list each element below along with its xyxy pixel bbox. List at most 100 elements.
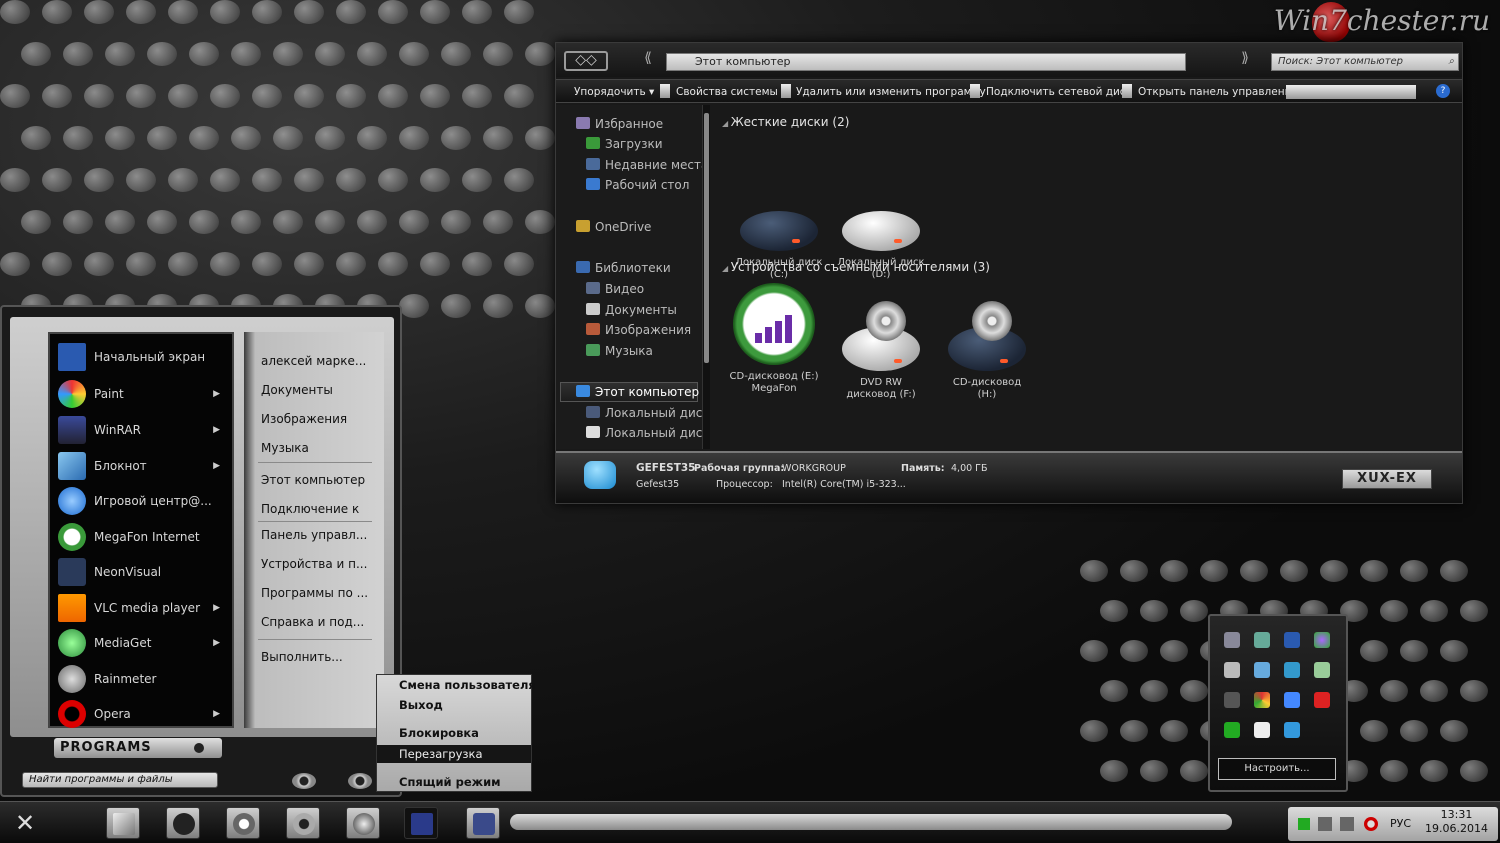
program-game-center[interactable]: Игровой центр@... xyxy=(58,484,228,518)
nav-music[interactable]: Музыка xyxy=(586,344,653,358)
pen-icon[interactable] xyxy=(1224,662,1240,678)
group-header-hdd[interactable]: Жесткие диски (2) xyxy=(722,115,850,129)
address-bar[interactable]: Этот компьютер xyxy=(666,53,1186,71)
organize-button[interactable]: Упорядочить ▾ xyxy=(574,84,654,100)
program-vlc[interactable]: VLC media player ▶ xyxy=(58,591,228,625)
network-tray-icon[interactable] xyxy=(1318,817,1332,831)
recycle-icon[interactable] xyxy=(1224,722,1240,738)
language-indicator[interactable]: РУС xyxy=(1390,817,1411,830)
system-properties-button[interactable]: Свойства системы xyxy=(676,84,778,100)
program-neonvisual[interactable]: NeonVisual xyxy=(58,555,228,589)
opera-tray-icon[interactable] xyxy=(1364,817,1378,831)
start-search-input[interactable]: Найти программы и файлы xyxy=(22,772,218,788)
forward-chevron-icon[interactable]: ⟫ xyxy=(1228,51,1262,71)
usb-icon[interactable] xyxy=(1254,632,1270,648)
nav-recent[interactable]: Недавние места xyxy=(586,158,704,172)
flag-icon[interactable] xyxy=(1298,818,1310,830)
help-link[interactable]: Справка и под... xyxy=(261,615,364,629)
nav-local-disk-c[interactable]: Локальный диск xyxy=(586,406,704,420)
explorer-window[interactable]: ◇◇ ⟪ Этот компьютер ⟫ Поиск: Этот компью… xyxy=(555,42,1463,504)
map-network-drive-button[interactable]: Подключить сетевой диск xyxy=(986,84,1132,100)
power-options-button[interactable] xyxy=(348,773,372,789)
drive-f[interactable]: DVD RW дисковод (F:) xyxy=(836,301,926,401)
nav-documents[interactable]: Документы xyxy=(586,303,677,317)
drive-icon xyxy=(586,426,600,438)
megafon-tray-icon[interactable] xyxy=(1314,632,1330,648)
drive-h[interactable]: CD-дисковод (H:) xyxy=(942,301,1032,401)
program-rainmeter[interactable]: Rainmeter xyxy=(58,662,228,696)
program-megafon-internet[interactable]: MegaFon Internet xyxy=(58,520,228,554)
clock[interactable]: 13:31 19.06.2014 xyxy=(1425,808,1488,836)
cloud-icon[interactable] xyxy=(1254,722,1270,738)
wallpaper-dot xyxy=(1120,560,1148,583)
sleep-item[interactable]: Спящий режим xyxy=(399,775,501,789)
nav-local-disk-d[interactable]: Локальный диск xyxy=(586,426,704,440)
acrobat-icon[interactable] xyxy=(1314,692,1330,708)
nav-libraries[interactable]: Библиотеки xyxy=(576,261,671,275)
app-tray-icon[interactable] xyxy=(1284,722,1300,738)
program-start-screen[interactable]: Начальный экран xyxy=(58,340,228,374)
windows-logo-button[interactable] xyxy=(106,807,140,839)
nav-video[interactable]: Видео xyxy=(586,282,644,296)
explorer-search-input[interactable]: Поиск: Этот компьютер ⌕ xyxy=(1271,53,1459,71)
customize-button[interactable]: Настроить... xyxy=(1218,758,1336,780)
scroll-thumb[interactable] xyxy=(704,113,709,363)
bell-icon[interactable] xyxy=(1224,692,1240,708)
program-notepad[interactable]: Блокнот ▶ xyxy=(58,449,228,483)
explorer-taskbar-button[interactable] xyxy=(346,807,380,839)
nav-favorites[interactable]: Избранное xyxy=(576,117,663,131)
program-winrar[interactable]: WinRAR ▶ xyxy=(58,413,228,447)
logoff-item[interactable]: Выход xyxy=(399,698,443,712)
documents-link[interactable]: Документы xyxy=(261,383,333,397)
monitor-icon[interactable] xyxy=(1224,632,1240,648)
group-header-removable[interactable]: Устройства со съемными носителями (3) xyxy=(722,260,990,274)
program-paint[interactable]: Paint ▶ xyxy=(58,377,228,411)
run-link[interactable]: Выполнить... xyxy=(261,650,343,664)
volume-icon[interactable] xyxy=(1340,817,1354,831)
back-forward-button[interactable]: ◇◇ xyxy=(564,51,608,71)
nav-onedrive[interactable]: OneDrive xyxy=(576,220,651,234)
connect-to-link[interactable]: Подключение к xyxy=(261,502,359,516)
wallpaper-dot xyxy=(1120,640,1148,663)
shutdown-button[interactable] xyxy=(292,773,316,789)
devices-link[interactable]: Устройства и п... xyxy=(261,557,367,571)
program-opera[interactable]: Opera ▶ xyxy=(58,697,228,731)
nav-this-pc[interactable]: Этот компьютер xyxy=(576,385,699,399)
program-mediaget[interactable]: MediaGet ▶ xyxy=(58,626,228,660)
lock-item[interactable]: Блокировка xyxy=(399,726,479,740)
drive-e[interactable]: CD-дисковод (E:) MegaFon xyxy=(729,283,819,395)
messenger-icon[interactable] xyxy=(1284,692,1300,708)
explorer-titlebar[interactable]: ◇◇ ⟪ Этот компьютер ⟫ Поиск: Этот компью… xyxy=(556,43,1462,77)
user-folder-link[interactable]: алексей марке... xyxy=(261,354,366,368)
bluetooth-icon[interactable] xyxy=(1284,632,1300,648)
chrome-button[interactable] xyxy=(286,807,320,839)
all-programs-button[interactable]: PROGRAMS xyxy=(54,738,222,758)
display-icon[interactable] xyxy=(1254,662,1270,678)
control-panel-link[interactable]: Панель управл... xyxy=(261,528,367,542)
default-programs-link[interactable]: Программы по ... xyxy=(261,586,368,600)
view-options-icon[interactable] xyxy=(1286,85,1416,99)
nav-scrollbar[interactable] xyxy=(702,105,710,449)
winrar-taskbar-button[interactable] xyxy=(404,807,438,839)
mediaget-tray-icon[interactable] xyxy=(1284,662,1300,678)
restart-item[interactable]: Перезагрузка xyxy=(399,747,483,761)
start-button[interactable]: ✕ xyxy=(8,808,42,838)
windows-icon xyxy=(113,813,135,835)
internet-explorer-button[interactable] xyxy=(226,807,260,839)
app-taskbar-button[interactable] xyxy=(466,807,500,839)
uninstall-program-button[interactable]: Удалить или изменить программу xyxy=(796,84,986,100)
disc-icon xyxy=(866,301,906,341)
nav-downloads[interactable]: Загрузки xyxy=(586,137,663,151)
network-icon[interactable] xyxy=(1314,662,1330,678)
chrome-icon[interactable] xyxy=(1254,692,1270,708)
media-player-button[interactable] xyxy=(166,807,200,839)
images-link[interactable]: Изображения xyxy=(261,412,347,426)
music-link[interactable]: Музыка xyxy=(261,441,309,455)
switch-user-item[interactable]: Смена пользователя xyxy=(399,678,536,692)
open-control-panel-button[interactable]: Открыть панель управления xyxy=(1138,84,1298,100)
this-pc-link[interactable]: Этот компьютер xyxy=(261,473,365,487)
nav-desktop[interactable]: Рабочий стол xyxy=(586,178,689,192)
nav-images[interactable]: Изображения xyxy=(586,323,691,337)
history-chevron-icon[interactable]: ⟪ xyxy=(634,51,662,71)
help-icon[interactable]: ? xyxy=(1436,84,1450,98)
